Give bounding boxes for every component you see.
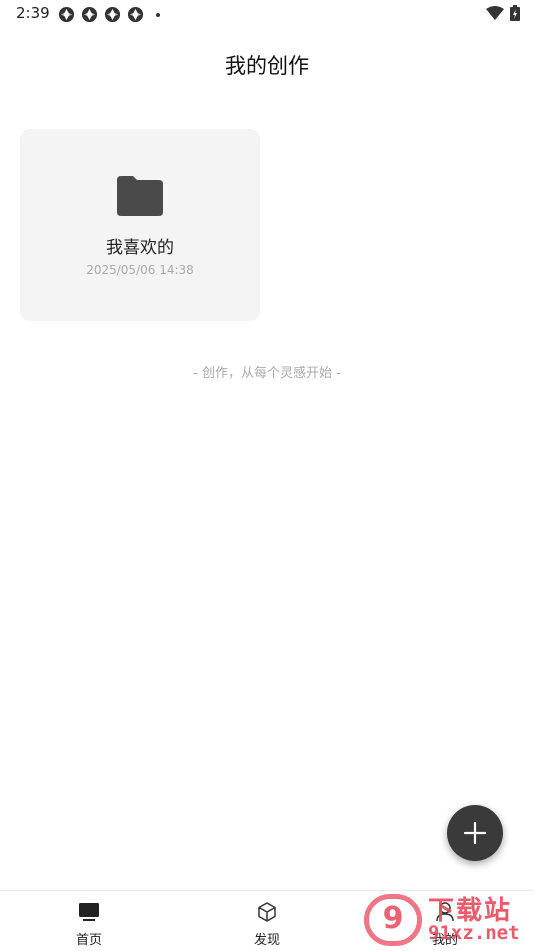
folder-date: 2025/05/06 14:38 bbox=[86, 263, 194, 277]
app-icon bbox=[58, 6, 75, 23]
watermark-badge-text: 9 bbox=[382, 901, 404, 936]
folder-card[interactable]: 我喜欢的 2025/05/06 14:38 bbox=[20, 129, 260, 321]
cube-icon bbox=[258, 902, 276, 922]
wifi-icon bbox=[486, 6, 504, 20]
folder-name: 我喜欢的 bbox=[106, 238, 174, 258]
status-time: 2:39 bbox=[16, 4, 50, 22]
app-icon bbox=[104, 6, 121, 23]
watermark: 9 下载站 91xz.net bbox=[362, 888, 534, 950]
empty-hint: - 创作，从每个灵感开始 - bbox=[193, 366, 341, 381]
watermark-badge: 9 bbox=[364, 894, 422, 946]
add-button[interactable] bbox=[447, 805, 503, 861]
app-icon bbox=[127, 6, 144, 23]
battery-icon bbox=[510, 5, 520, 21]
more-notifications-dot bbox=[156, 12, 160, 17]
folder-icon bbox=[117, 176, 163, 216]
status-right bbox=[486, 5, 520, 21]
nav-item-home[interactable]: 首页 bbox=[29, 891, 149, 951]
nav-label-home: 首页 bbox=[75, 933, 102, 948]
notification-icons bbox=[58, 6, 160, 23]
plus-icon bbox=[463, 821, 487, 845]
monitor-icon bbox=[79, 903, 99, 921]
nav-label-discover: 发现 bbox=[253, 933, 280, 948]
page-title: 我的创作 bbox=[225, 54, 309, 78]
nav-item-discover[interactable]: 发现 bbox=[207, 891, 327, 951]
status-bar: 2:39 bbox=[0, 0, 534, 28]
app-icon bbox=[81, 6, 98, 23]
watermark-url: 91xz.net bbox=[428, 922, 520, 944]
